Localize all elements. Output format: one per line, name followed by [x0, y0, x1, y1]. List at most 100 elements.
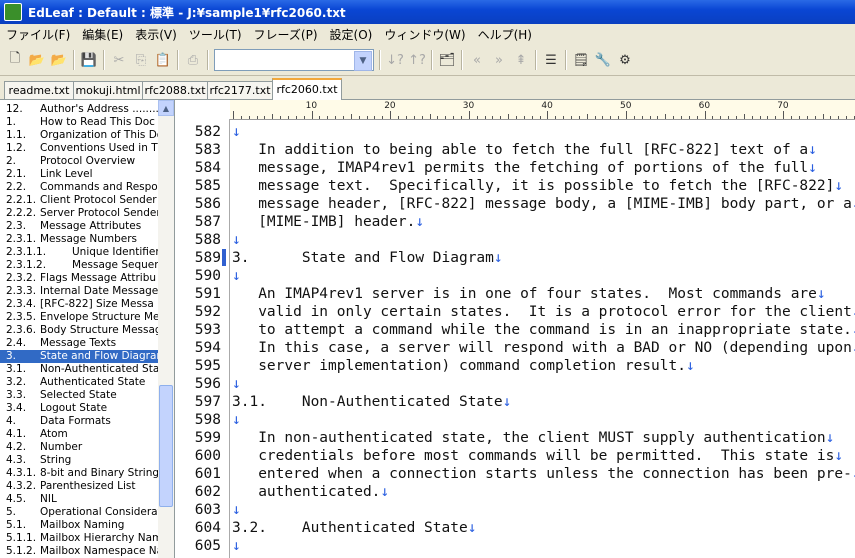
back-icon[interactable]: «: [466, 49, 488, 71]
outline-item[interactable]: 2.1. Link Level: [0, 168, 158, 181]
text-line[interactable]: 597 3.1. Non-Authenticated State↓: [175, 393, 855, 411]
text-line[interactable]: 588 ↓: [175, 231, 855, 249]
outline-item[interactable]: 12. Author's Address ........: [0, 103, 158, 116]
properties-icon[interactable]: 🗒: [570, 49, 592, 71]
outline-item[interactable]: 4.2. Number: [0, 441, 158, 454]
outline-item[interactable]: 1. How to Read This Doc: [0, 116, 158, 129]
outline-item[interactable]: 2.3.3. Internal Date Message: [0, 285, 158, 298]
text-line[interactable]: 602 authenticated.↓: [175, 483, 855, 501]
outline-item[interactable]: 2.3.5. Envelope Structure Me: [0, 311, 158, 324]
open-recent-icon[interactable]: 📂: [48, 49, 70, 71]
outline-icon[interactable]: ☰: [540, 49, 562, 71]
tab-rfc2177[interactable]: rfc2177.txt: [207, 81, 273, 99]
text-line[interactable]: 595 server implementation) command compl…: [175, 357, 855, 375]
outline-item[interactable]: 4.3. String: [0, 454, 158, 467]
text-line[interactable]: 585 message text. Specifically, it is po…: [175, 177, 855, 195]
outline-item-label: Atom: [40, 428, 68, 440]
outline-pane[interactable]: 12. Author's Address ........ 1. How to Rea…: [0, 100, 175, 558]
paste-icon[interactable]: 📋: [152, 49, 174, 71]
tab-readme[interactable]: readme.txt: [4, 81, 74, 99]
text-line[interactable]: 590 ↓: [175, 267, 855, 285]
text-line[interactable]: 600 credentials before most commands wil…: [175, 447, 855, 465]
text-line[interactable]: 594 In this case, a server will respond …: [175, 339, 855, 357]
outline-item[interactable]: 5.1. Mailbox Naming: [0, 519, 158, 532]
menu-tools[interactable]: ツール(T): [183, 26, 248, 43]
tools-icon[interactable]: 🔧: [592, 49, 614, 71]
text-line[interactable]: 601 entered when a connection starts unl…: [175, 465, 855, 483]
outline-item-number: 1.1.: [6, 129, 27, 141]
outline-item[interactable]: 4.3.1. 8-bit and Binary String: [0, 467, 158, 480]
save-icon[interactable]: 💾: [78, 49, 100, 71]
text-line[interactable]: 605 ↓: [175, 537, 855, 555]
find-in-files-icon[interactable]: 🗂: [436, 49, 458, 71]
outline-item[interactable]: 2.3.1.2. Message Sequen: [0, 259, 158, 272]
tab-mokuji[interactable]: mokuji.html: [73, 81, 143, 99]
open-folder-icon[interactable]: 📂: [26, 49, 48, 71]
search-combo[interactable]: ▼: [214, 49, 374, 71]
outline-item[interactable]: 5. Operational Considerat: [0, 506, 158, 519]
outline-item[interactable]: 3. State and Flow Diagrar: [0, 350, 158, 363]
outline-item[interactable]: 2.2. Commands and Respor: [0, 181, 158, 194]
text-line[interactable]: 596 ↓: [175, 375, 855, 393]
cut-icon[interactable]: ✂: [108, 49, 130, 71]
outline-item[interactable]: 2.3.1. Message Numbers: [0, 233, 158, 246]
outline-item[interactable]: 2.3. Message Attributes: [0, 220, 158, 233]
text-line[interactable]: 583 In addition to being able to fetch t…: [175, 141, 855, 159]
settings-icon[interactable]: ⚙: [614, 49, 636, 71]
menu-window[interactable]: ウィンドウ(W): [378, 26, 471, 43]
menu-help[interactable]: ヘルプ(H): [472, 26, 538, 43]
tab-rfc2088[interactable]: rfc2088.txt: [142, 81, 208, 99]
outline-item[interactable]: 1.2. Conventions Used in T: [0, 142, 158, 155]
outline-item[interactable]: 4.3.2. Parenthesized List: [0, 480, 158, 493]
text-line[interactable]: 586 message header, [RFC-822] message bo…: [175, 195, 855, 213]
chevron-down-icon[interactable]: ▼: [354, 51, 372, 71]
copy-icon[interactable]: ⎘: [130, 49, 152, 71]
outline-item[interactable]: 2.3.2. Flags Message Attribu: [0, 272, 158, 285]
text-line[interactable]: 582 ↓: [175, 123, 855, 141]
new-file-icon[interactable]: 🗋: [4, 49, 26, 71]
outline-item[interactable]: 2.2.2. Server Protocol Sender: [0, 207, 158, 220]
text-line[interactable]: 603 ↓: [175, 501, 855, 519]
text-line[interactable]: 598 ↓: [175, 411, 855, 429]
scroll-up-icon[interactable]: ▲: [158, 100, 174, 116]
outline-item[interactable]: 2.3.4. [RFC-822] Size Messa: [0, 298, 158, 311]
outline-item[interactable]: 3.3. Selected State: [0, 389, 158, 402]
outline-scrollbar[interactable]: ▲: [158, 100, 174, 558]
outline-item[interactable]: 3.2. Authenticated State: [0, 376, 158, 389]
find-prev-icon[interactable]: ↑?: [406, 49, 428, 71]
text-line[interactable]: 599 In non-authenticated state, the clie…: [175, 429, 855, 447]
tab-rfc2060[interactable]: rfc2060.txt: [272, 78, 342, 101]
text-line[interactable]: 592 valid in only certain states. It is …: [175, 303, 855, 321]
outline-item[interactable]: 5.1.1. Mailbox Hierarchy Nam: [0, 532, 158, 545]
outline-item[interactable]: 2. Protocol Overview: [0, 155, 158, 168]
outline-item[interactable]: 4.1. Atom: [0, 428, 158, 441]
text-line[interactable]: 591 An IMAP4rev1 server is in one of fou…: [175, 285, 855, 303]
menu-settings[interactable]: 設定(O): [324, 26, 379, 43]
forward-icon[interactable]: »: [488, 49, 510, 71]
text-line[interactable]: 589 3. State and Flow Diagram↓: [175, 249, 855, 267]
app-icon[interactable]: [4, 3, 22, 21]
editor-pane[interactable]: 10 20 30 40 50 60 70 582 ↓ 583 In addition to be…: [175, 100, 855, 558]
menu-edit[interactable]: 編集(E): [76, 26, 129, 43]
outline-item[interactable]: 3.4. Logout State: [0, 402, 158, 415]
outline-item[interactable]: 4. Data Formats: [0, 415, 158, 428]
outline-item[interactable]: 4.5. NIL: [0, 493, 158, 506]
find-next-icon[interactable]: ↓?: [384, 49, 406, 71]
outline-item[interactable]: 2.2.1. Client Protocol Sender: [0, 194, 158, 207]
text-line[interactable]: 587 [MIME-IMB] header.↓: [175, 213, 855, 231]
outline-item[interactable]: 3.1. Non-Authenticated Sta: [0, 363, 158, 376]
text-line[interactable]: 604 3.2. Authenticated State↓: [175, 519, 855, 537]
menu-phrase[interactable]: フレーズ(P): [248, 26, 324, 43]
outline-item[interactable]: 2.3.1.1. Unique Identifier: [0, 246, 158, 259]
menu-view[interactable]: 表示(V): [129, 26, 183, 43]
outline-item[interactable]: 2.3.6. Body Structure Messag: [0, 324, 158, 337]
text-line[interactable]: 584 message, IMAP4rev1 permits the fetch…: [175, 159, 855, 177]
jump-icon[interactable]: ⇞: [510, 49, 532, 71]
outline-item[interactable]: 5.1.2. Mailbox Namespace Na: [0, 545, 158, 558]
outline-item[interactable]: 1.1. Organization of This Do: [0, 129, 158, 142]
outline-item[interactable]: 2.4. Message Texts: [0, 337, 158, 350]
print-icon[interactable]: ⎙: [182, 49, 204, 71]
scroll-thumb[interactable]: [159, 385, 173, 507]
menu-file[interactable]: ファイル(F): [0, 26, 76, 43]
text-line[interactable]: 593 to attempt a command while the comma…: [175, 321, 855, 339]
